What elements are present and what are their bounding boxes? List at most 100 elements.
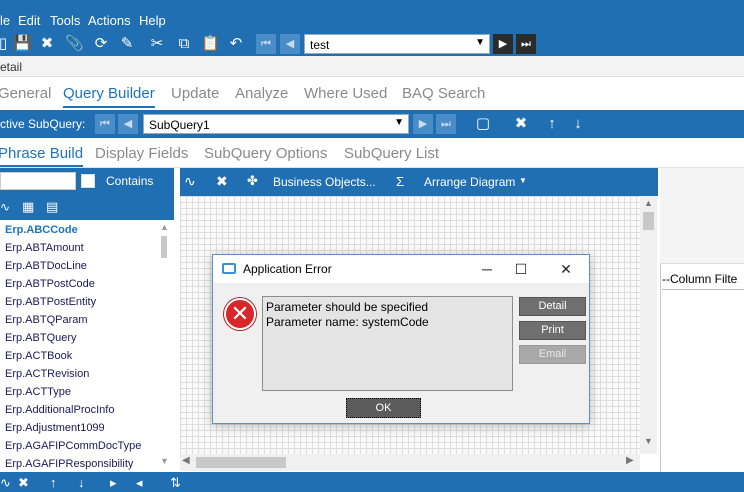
list-item[interactable]: Erp.ACTBook [5, 350, 72, 362]
list-item[interactable]: Erp.AGAFIPCommDocType [5, 440, 141, 452]
undo-icon[interactable]: ↶ [227, 35, 245, 53]
menu-actions[interactable]: Actions [88, 13, 131, 28]
move-up-icon[interactable]: ↑ [543, 115, 561, 133]
scroll-thumb[interactable] [161, 236, 167, 258]
clear-icon[interactable]: ✎ [118, 35, 136, 53]
delete-subquery-icon[interactable]: ✖ [512, 115, 530, 133]
previous-record-button[interactable]: ◀ [280, 34, 300, 54]
delete-icon[interactable]: ✖ [38, 35, 56, 53]
tab-query-builder[interactable]: Query Builder [63, 85, 155, 108]
scroll-up-icon[interactable]: ▲ [644, 198, 653, 208]
refresh-icon[interactable]: ⟳ [92, 35, 110, 53]
attach-icon[interactable]: 📎 [65, 35, 84, 53]
move-left-icon[interactable]: ◂ [136, 475, 143, 491]
email-button[interactable]: Email [519, 345, 586, 364]
table-list: Erp.ABCCode Erp.ABTAmount Erp.ABTDocLine… [0, 220, 174, 472]
list-item[interactable]: Erp.ABTQParam [5, 314, 88, 326]
print-button[interactable]: Print [519, 321, 586, 340]
list-item[interactable]: Erp.ABTPostCode [5, 278, 95, 290]
tab-display-fields[interactable]: Display Fields [95, 145, 188, 162]
record-selector[interactable]: test ▼ [304, 34, 490, 54]
previous-subquery-button[interactable]: ◀ [118, 114, 138, 134]
next-record-button[interactable]: ▶ [493, 34, 513, 54]
tab-baq-search[interactable]: BAQ Search [402, 85, 485, 102]
link-icon[interactable]: ∿ [0, 475, 11, 491]
column-filter[interactable]: --Column Filte [662, 272, 744, 290]
move-up-icon[interactable]: ↑ [50, 475, 57, 490]
paste-icon[interactable]: 📋 [201, 35, 220, 53]
first-subquery-button[interactable]: ⏮ [95, 114, 115, 134]
ok-button[interactable]: OK [346, 398, 421, 418]
next-subquery-button[interactable]: ▶ [413, 114, 433, 134]
minimize-icon[interactable]: ─ [475, 259, 499, 279]
table-search-header: Contains ∿ ▦ ▤ [0, 168, 174, 220]
main-tabs: General Query Builder Update Analyze Whe… [0, 77, 744, 109]
contains-checkbox[interactable] [81, 174, 95, 188]
chevron-down-icon[interactable]: ▼ [394, 117, 404, 128]
business-objects-button[interactable]: Business Objects... [273, 175, 376, 189]
scroll-thumb[interactable] [196, 457, 286, 468]
tab-analyze[interactable]: Analyze [235, 85, 288, 102]
tab-update[interactable]: Update [171, 85, 219, 102]
table-list-icon[interactable]: ▤ [46, 199, 58, 215]
save-icon[interactable]: 💾 [13, 35, 32, 53]
sort-icon[interactable]: ⇅ [170, 475, 181, 491]
chevron-down-icon[interactable]: ▼ [519, 176, 527, 185]
list-item[interactable]: Erp.Adjustment1099 [5, 422, 105, 434]
maximize-icon[interactable]: ☐ [509, 259, 533, 279]
table-list-scrollbar[interactable]: ▲ ▼ [158, 222, 172, 470]
menu-tools[interactable]: Tools [50, 13, 80, 28]
list-item[interactable]: Erp.AdditionalProcInfo [5, 404, 114, 416]
new-icon[interactable]: ▯ [0, 35, 12, 53]
chevron-down-icon[interactable]: ▼ [475, 37, 485, 48]
detail-button[interactable]: Detail [519, 297, 586, 316]
list-item[interactable]: Erp.ABTDocLine [5, 260, 87, 272]
move-down-icon[interactable]: ↓ [569, 115, 587, 133]
menu-help[interactable]: Help [139, 13, 166, 28]
move-right-icon[interactable]: ▸ [110, 475, 117, 491]
subquery-selector[interactable]: SubQuery1 ▼ [143, 114, 409, 134]
menu-edit[interactable]: Edit [18, 13, 40, 28]
right-panel-header [660, 168, 744, 264]
menu-file[interactable]: le [0, 13, 10, 28]
error-message-line1: Parameter should be specified [266, 300, 429, 314]
list-item[interactable]: Erp.ABTPostEntity [5, 296, 96, 308]
scroll-down-icon[interactable]: ▼ [160, 456, 169, 466]
tab-phrase-build[interactable]: Phrase Build [0, 145, 84, 167]
scroll-down-icon[interactable]: ▼ [644, 436, 653, 446]
tab-subquery-list[interactable]: SubQuery List [344, 145, 439, 162]
first-record-button[interactable]: ⏮ [256, 34, 276, 54]
new-subquery-icon[interactable]: ▢ [474, 115, 492, 133]
cut-icon[interactable]: ✂ [148, 35, 166, 53]
list-item[interactable]: Erp.ABCCode [5, 224, 78, 236]
scroll-right-icon[interactable]: ▶ [626, 455, 634, 466]
close-icon[interactable]: ✕ [554, 259, 578, 279]
link-icon[interactable]: ∿ [184, 173, 196, 190]
link-icon[interactable]: ∿ [0, 200, 10, 214]
list-item[interactable]: Erp.ACTType [5, 386, 71, 398]
tab-general[interactable]: General [0, 85, 51, 102]
tab-where-used[interactable]: Where Used [304, 85, 387, 102]
copy-icon[interactable]: ⧉ [175, 35, 193, 53]
last-record-button[interactable]: ⏭ [516, 34, 536, 54]
scroll-thumb[interactable] [643, 212, 654, 230]
sum-icon[interactable]: Σ [396, 174, 404, 189]
list-item[interactable]: Erp.AGAFIPResponsibility [5, 458, 133, 470]
last-subquery-button[interactable]: ⏭ [436, 114, 456, 134]
tab-subquery-options[interactable]: SubQuery Options [204, 145, 327, 162]
scroll-up-icon[interactable]: ▲ [160, 222, 169, 232]
list-item[interactable]: Erp.ABTAmount [5, 242, 84, 254]
delete-icon[interactable]: ✖ [216, 173, 228, 190]
diagram-horizontal-scrollbar[interactable]: ◀ ▶ [180, 454, 640, 471]
delete-icon[interactable]: ✖ [18, 475, 29, 491]
business-objects-icon[interactable]: ✤ [247, 173, 258, 189]
diagram-vertical-scrollbar[interactable]: ▲ ▼ [640, 196, 657, 454]
scroll-left-icon[interactable]: ◀ [182, 455, 190, 466]
list-item[interactable]: Erp.ACTRevision [5, 368, 89, 380]
list-item[interactable]: Erp.ABTQuery [5, 332, 77, 344]
dialog-title: Application Error [243, 262, 332, 276]
grid-icon[interactable]: ▦ [22, 199, 34, 215]
move-down-icon[interactable]: ↓ [78, 475, 85, 490]
arrange-diagram-button[interactable]: Arrange Diagram [424, 175, 515, 189]
table-search-input[interactable] [0, 172, 76, 190]
